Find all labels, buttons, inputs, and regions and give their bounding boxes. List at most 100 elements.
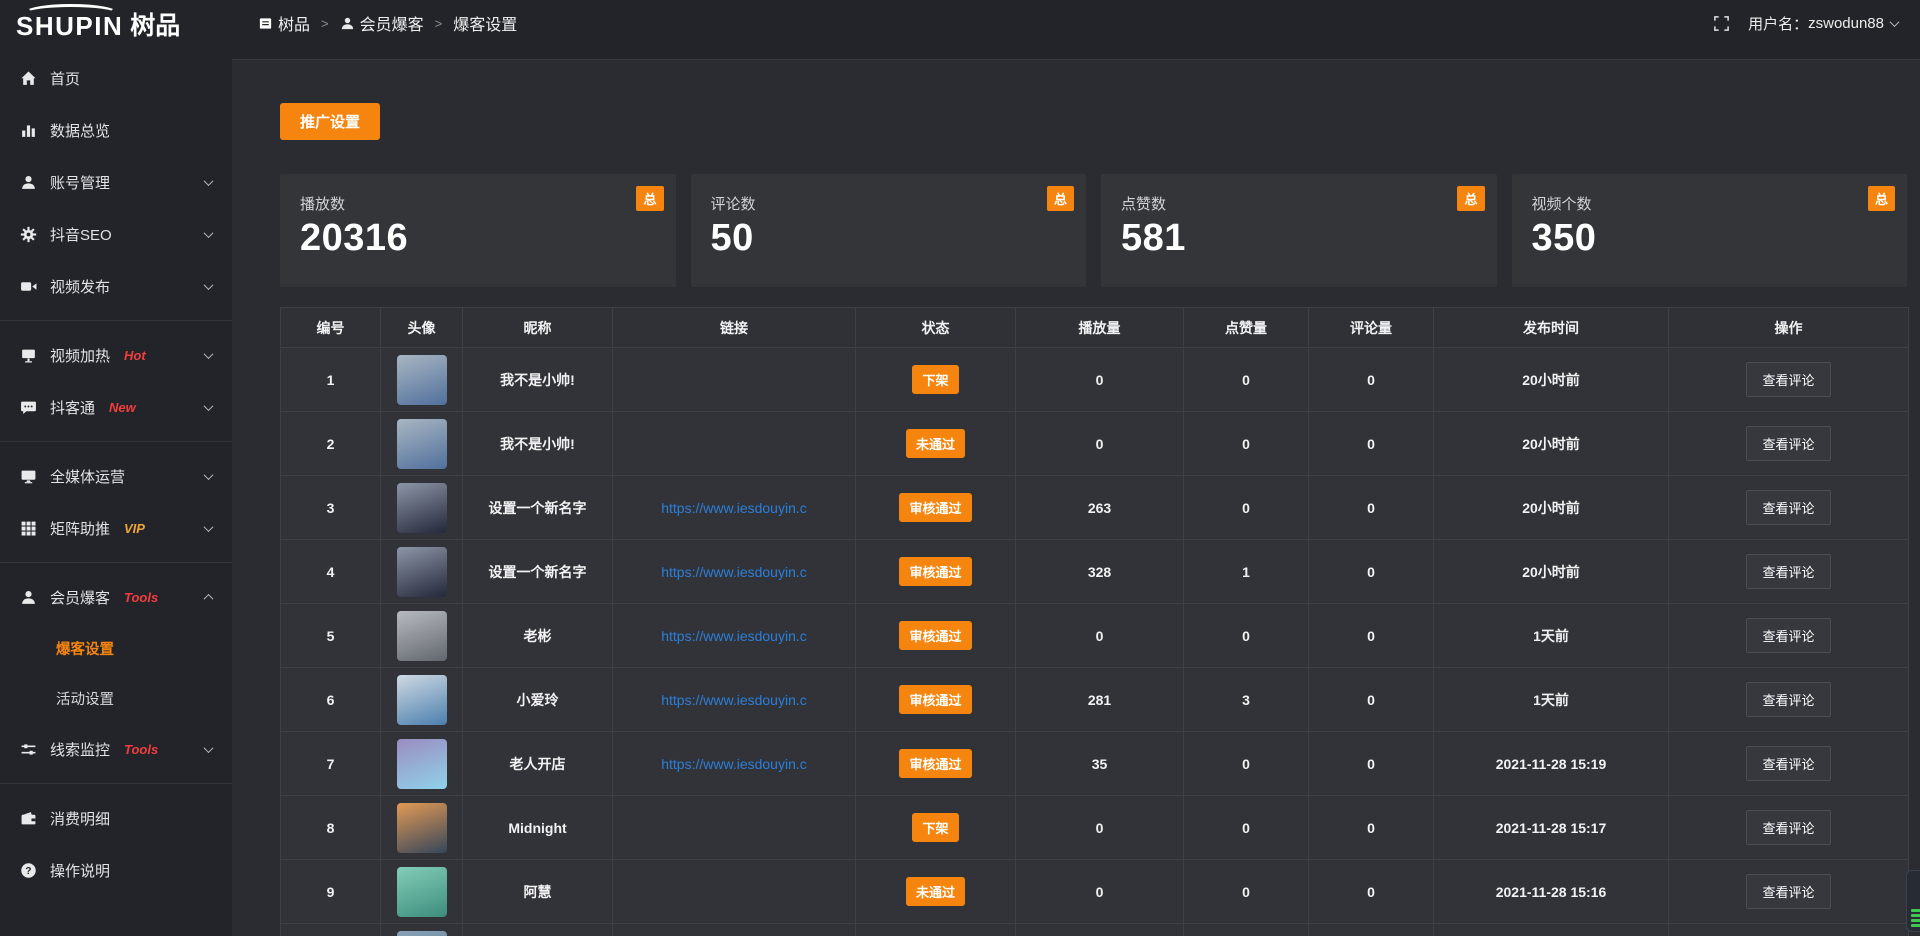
sidebar-item-label: 全媒体运营 xyxy=(50,466,125,487)
view-comments-button[interactable]: 查看评论 xyxy=(1746,490,1830,525)
cell-time: 20小时前 xyxy=(1434,540,1669,604)
sidebar-item-操作说明[interactable]: ? 操作说明 xyxy=(0,844,232,896)
table-row xyxy=(281,924,1909,936)
view-comments-button[interactable]: 查看评论 xyxy=(1746,362,1830,397)
sidebar-item-label: 矩阵助推 xyxy=(50,518,110,539)
logo[interactable]: SHUPIN 树品 xyxy=(0,0,232,52)
promotion-settings-button[interactable]: 推广设置 xyxy=(280,103,380,140)
avatar xyxy=(397,611,447,661)
total-badge: 总 xyxy=(1868,186,1895,211)
video-link[interactable]: https://www.iesdouyin.c xyxy=(661,500,807,516)
cell-avatar xyxy=(381,668,463,732)
cell-nickname: Midnight xyxy=(463,796,613,860)
cell-action: 查看评论 xyxy=(1669,540,1909,604)
sliders-icon xyxy=(20,741,37,758)
cell-likes: 0 xyxy=(1184,412,1309,476)
cell-comments: 0 xyxy=(1309,540,1434,604)
cell-comments xyxy=(1309,924,1434,936)
view-comments-button[interactable]: 查看评论 xyxy=(1746,554,1830,589)
main-content: 推广设置 播放数20316总评论数50总点赞数581总视频个数350总 编号头像… xyxy=(232,60,1920,936)
cell-plays: 0 xyxy=(1016,412,1184,476)
video-link[interactable]: https://www.iesdouyin.c xyxy=(661,756,807,772)
cell-nickname: 阿慧 xyxy=(463,860,613,924)
chat-icon xyxy=(20,399,37,416)
sidebar-item-会员爆客[interactable]: 会员爆客Tools xyxy=(0,571,232,623)
cell-nickname xyxy=(463,924,613,936)
cell-time: 20小时前 xyxy=(1434,348,1669,412)
cell-action: 查看评论 xyxy=(1669,732,1909,796)
video-link[interactable]: https://www.iesdouyin.c xyxy=(661,692,807,708)
fullscreen-icon[interactable] xyxy=(1713,15,1730,32)
cell-id: 3 xyxy=(281,476,381,540)
sidebar-item-label: 操作说明 xyxy=(50,860,110,881)
avatar xyxy=(397,931,447,936)
breadcrumb-separator: > xyxy=(319,16,331,31)
cell-link xyxy=(613,412,856,476)
chevron-down-icon xyxy=(204,743,214,753)
sidebar-divider xyxy=(0,783,232,784)
sidebar-badge-VIP: VIP xyxy=(124,521,145,536)
avatar xyxy=(397,739,447,789)
cell-status: 下架 xyxy=(856,796,1016,860)
user-menu[interactable]: 用户名：zswodun88 xyxy=(1748,13,1898,34)
sidebar-item-视频加热[interactable]: 视频加热Hot xyxy=(0,329,232,381)
question-icon: ? xyxy=(20,862,37,879)
view-comments-button[interactable]: 查看评论 xyxy=(1746,682,1830,717)
status-badge: 未通过 xyxy=(906,877,965,906)
sidebar-menu: 首页数据总览账号管理抖音SEO 视频发布视频加热Hot抖客通New 全媒体运营矩阵助… xyxy=(0,52,232,896)
cell-time: 1天前 xyxy=(1434,604,1669,668)
chevron-down-icon xyxy=(1890,17,1900,27)
username-label: 用户名： xyxy=(1748,13,1808,34)
sidebar-item-消费明细[interactable]: 消费明细 xyxy=(0,792,232,844)
avatar xyxy=(397,675,447,725)
chevron-down-icon xyxy=(204,401,214,411)
cell-link: https://www.iesdouyin.c xyxy=(613,540,856,604)
cell-plays: 328 xyxy=(1016,540,1184,604)
cell-link xyxy=(613,348,856,412)
sidebar-item-视频发布[interactable]: 视频发布 xyxy=(0,260,232,312)
grid-icon xyxy=(20,520,37,537)
sidebar-item-label: 抖音SEO xyxy=(50,224,112,245)
video-link[interactable]: https://www.iesdouyin.c xyxy=(661,628,807,644)
breadcrumb-item[interactable]: 树品 xyxy=(258,11,310,35)
video-link[interactable]: https://www.iesdouyin.c xyxy=(661,564,807,580)
cell-avatar xyxy=(381,540,463,604)
sidebar-item-矩阵助推[interactable]: 矩阵助推 VIP xyxy=(0,502,232,554)
cell-link xyxy=(613,860,856,924)
breadcrumb-item[interactable]: 会员爆客 xyxy=(340,11,424,35)
sidebar-subitem-爆客设置[interactable]: 爆客设置 xyxy=(0,623,232,673)
view-comments-button[interactable]: 查看评论 xyxy=(1746,810,1830,845)
view-comments-button[interactable]: 查看评论 xyxy=(1746,618,1830,653)
sidebar-item-首页[interactable]: 首页 xyxy=(0,52,232,104)
view-comments-button[interactable]: 查看评论 xyxy=(1746,746,1830,781)
sidebar-item-线索监控[interactable]: 线索监控Tools xyxy=(0,723,232,775)
view-comments-button[interactable]: 查看评论 xyxy=(1746,426,1830,461)
cell-avatar xyxy=(381,412,463,476)
sidebar-item-抖客通[interactable]: 抖客通New xyxy=(0,381,232,433)
logo-text-cn: 树品 xyxy=(130,14,180,39)
sidebar-item-label: 账号管理 xyxy=(50,172,110,193)
sidebar-item-抖音SEO[interactable]: 抖音SEO xyxy=(0,208,232,260)
sidebar-subitem-活动设置[interactable]: 活动设置 xyxy=(0,673,232,723)
avatar xyxy=(397,803,447,853)
column-header-播放量: 播放量 xyxy=(1016,308,1184,348)
cell-time: 20小时前 xyxy=(1434,412,1669,476)
stat-value: 50 xyxy=(711,217,1067,260)
floating-widget[interactable] xyxy=(1906,870,1920,932)
breadcrumb-item[interactable]: 爆客设置 xyxy=(453,11,517,35)
column-header-操作: 操作 xyxy=(1669,308,1909,348)
sidebar-item-全媒体运营[interactable]: 全媒体运营 xyxy=(0,450,232,502)
cell-time: 2021-11-28 15:19 xyxy=(1434,732,1669,796)
view-comments-button[interactable]: 查看评论 xyxy=(1746,874,1830,909)
logo-arc xyxy=(24,4,118,22)
stat-card-评论数: 评论数50总 xyxy=(691,174,1087,287)
cell-status: 审核通过 xyxy=(856,540,1016,604)
cell-likes: 0 xyxy=(1184,860,1309,924)
screen-icon xyxy=(20,347,37,364)
cell-status: 审核通过 xyxy=(856,476,1016,540)
avatar xyxy=(397,419,447,469)
sidebar-item-数据总览[interactable]: 数据总览 xyxy=(0,104,232,156)
cell-likes: 0 xyxy=(1184,796,1309,860)
bar-chart-icon xyxy=(20,122,37,139)
sidebar-item-账号管理[interactable]: 账号管理 xyxy=(0,156,232,208)
